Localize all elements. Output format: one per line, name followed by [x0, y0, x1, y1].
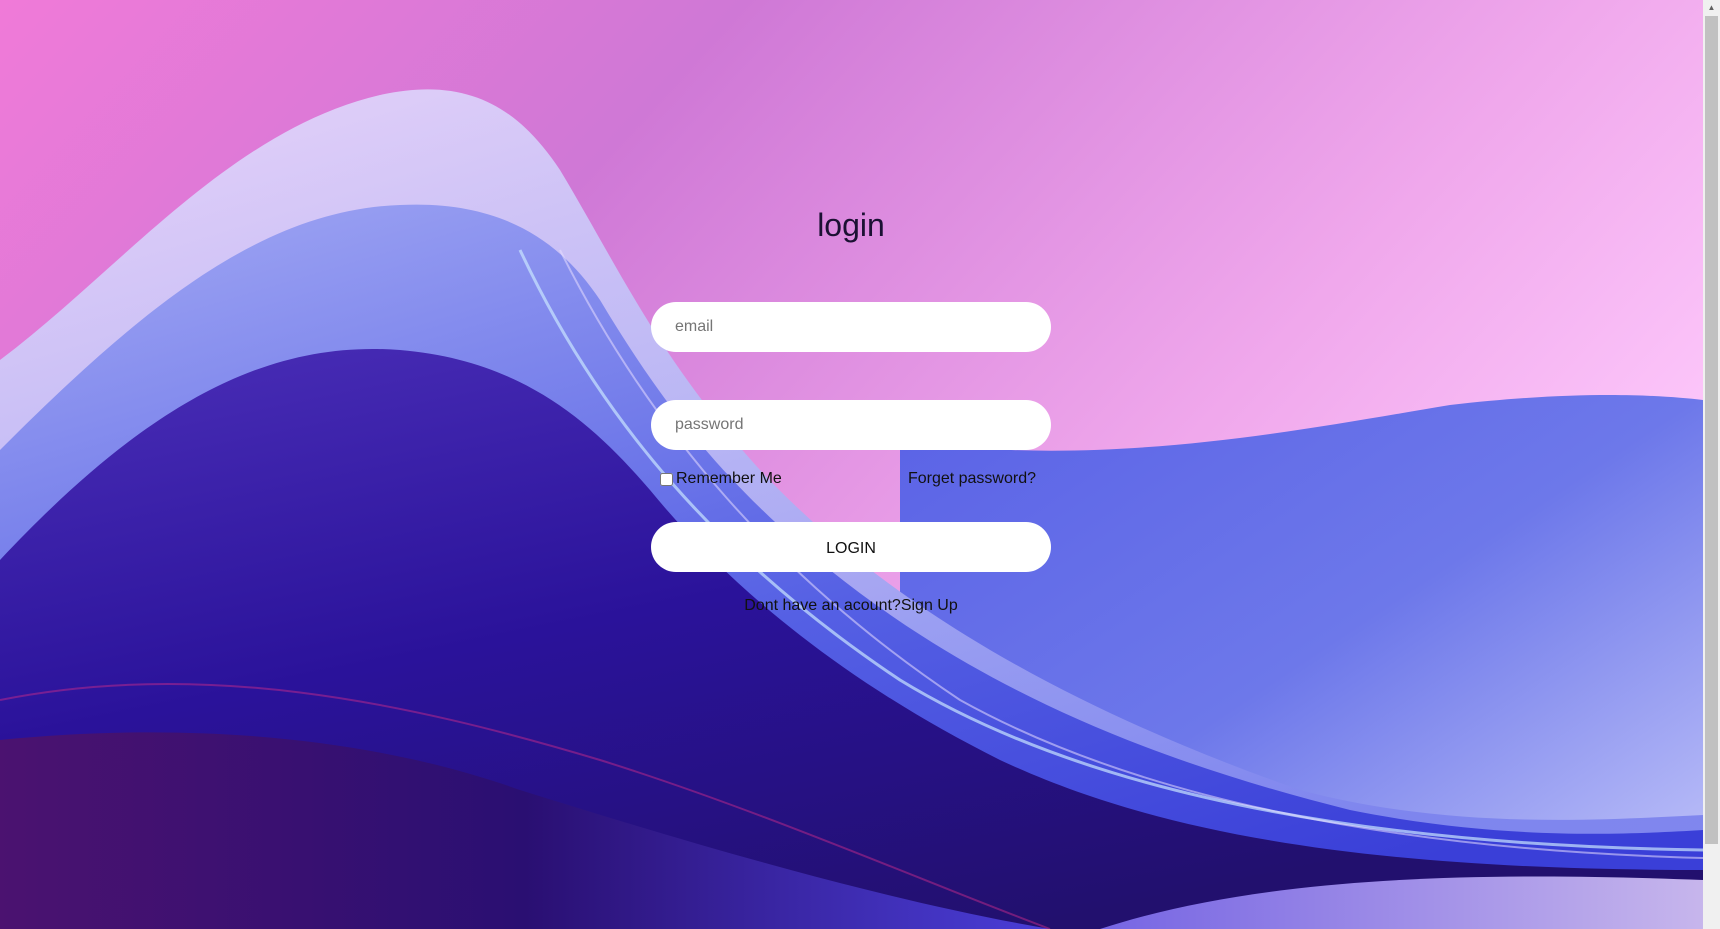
scroll-thumb[interactable]: [1705, 16, 1718, 844]
remember-me-checkbox[interactable]: [660, 472, 673, 486]
remember-row: Remember Me Forget password?: [651, 470, 1051, 492]
forget-password-link[interactable]: Forget password?: [908, 470, 1036, 488]
page-title: login: [817, 207, 885, 243]
remember-me-label: Remember Me: [676, 470, 782, 487]
vertical-scrollbar[interactable]: ▲: [1703, 0, 1720, 929]
signup-link[interactable]: Sign Up: [901, 597, 958, 614]
remember-me[interactable]: Remember Me: [660, 470, 782, 488]
signup-row: Dont have an acount?Sign Up: [651, 597, 1051, 615]
signup-prompt: Dont have an acount?: [744, 597, 901, 614]
login-form: login Remember Me Forget password? LOGIN…: [651, 0, 1051, 929]
email-field[interactable]: [651, 302, 1051, 352]
password-field[interactable]: [651, 400, 1051, 450]
login-button[interactable]: LOGIN: [651, 522, 1051, 572]
login-page: login Remember Me Forget password? LOGIN…: [0, 0, 1720, 929]
chevron-up-icon[interactable]: ▲: [1703, 0, 1720, 14]
